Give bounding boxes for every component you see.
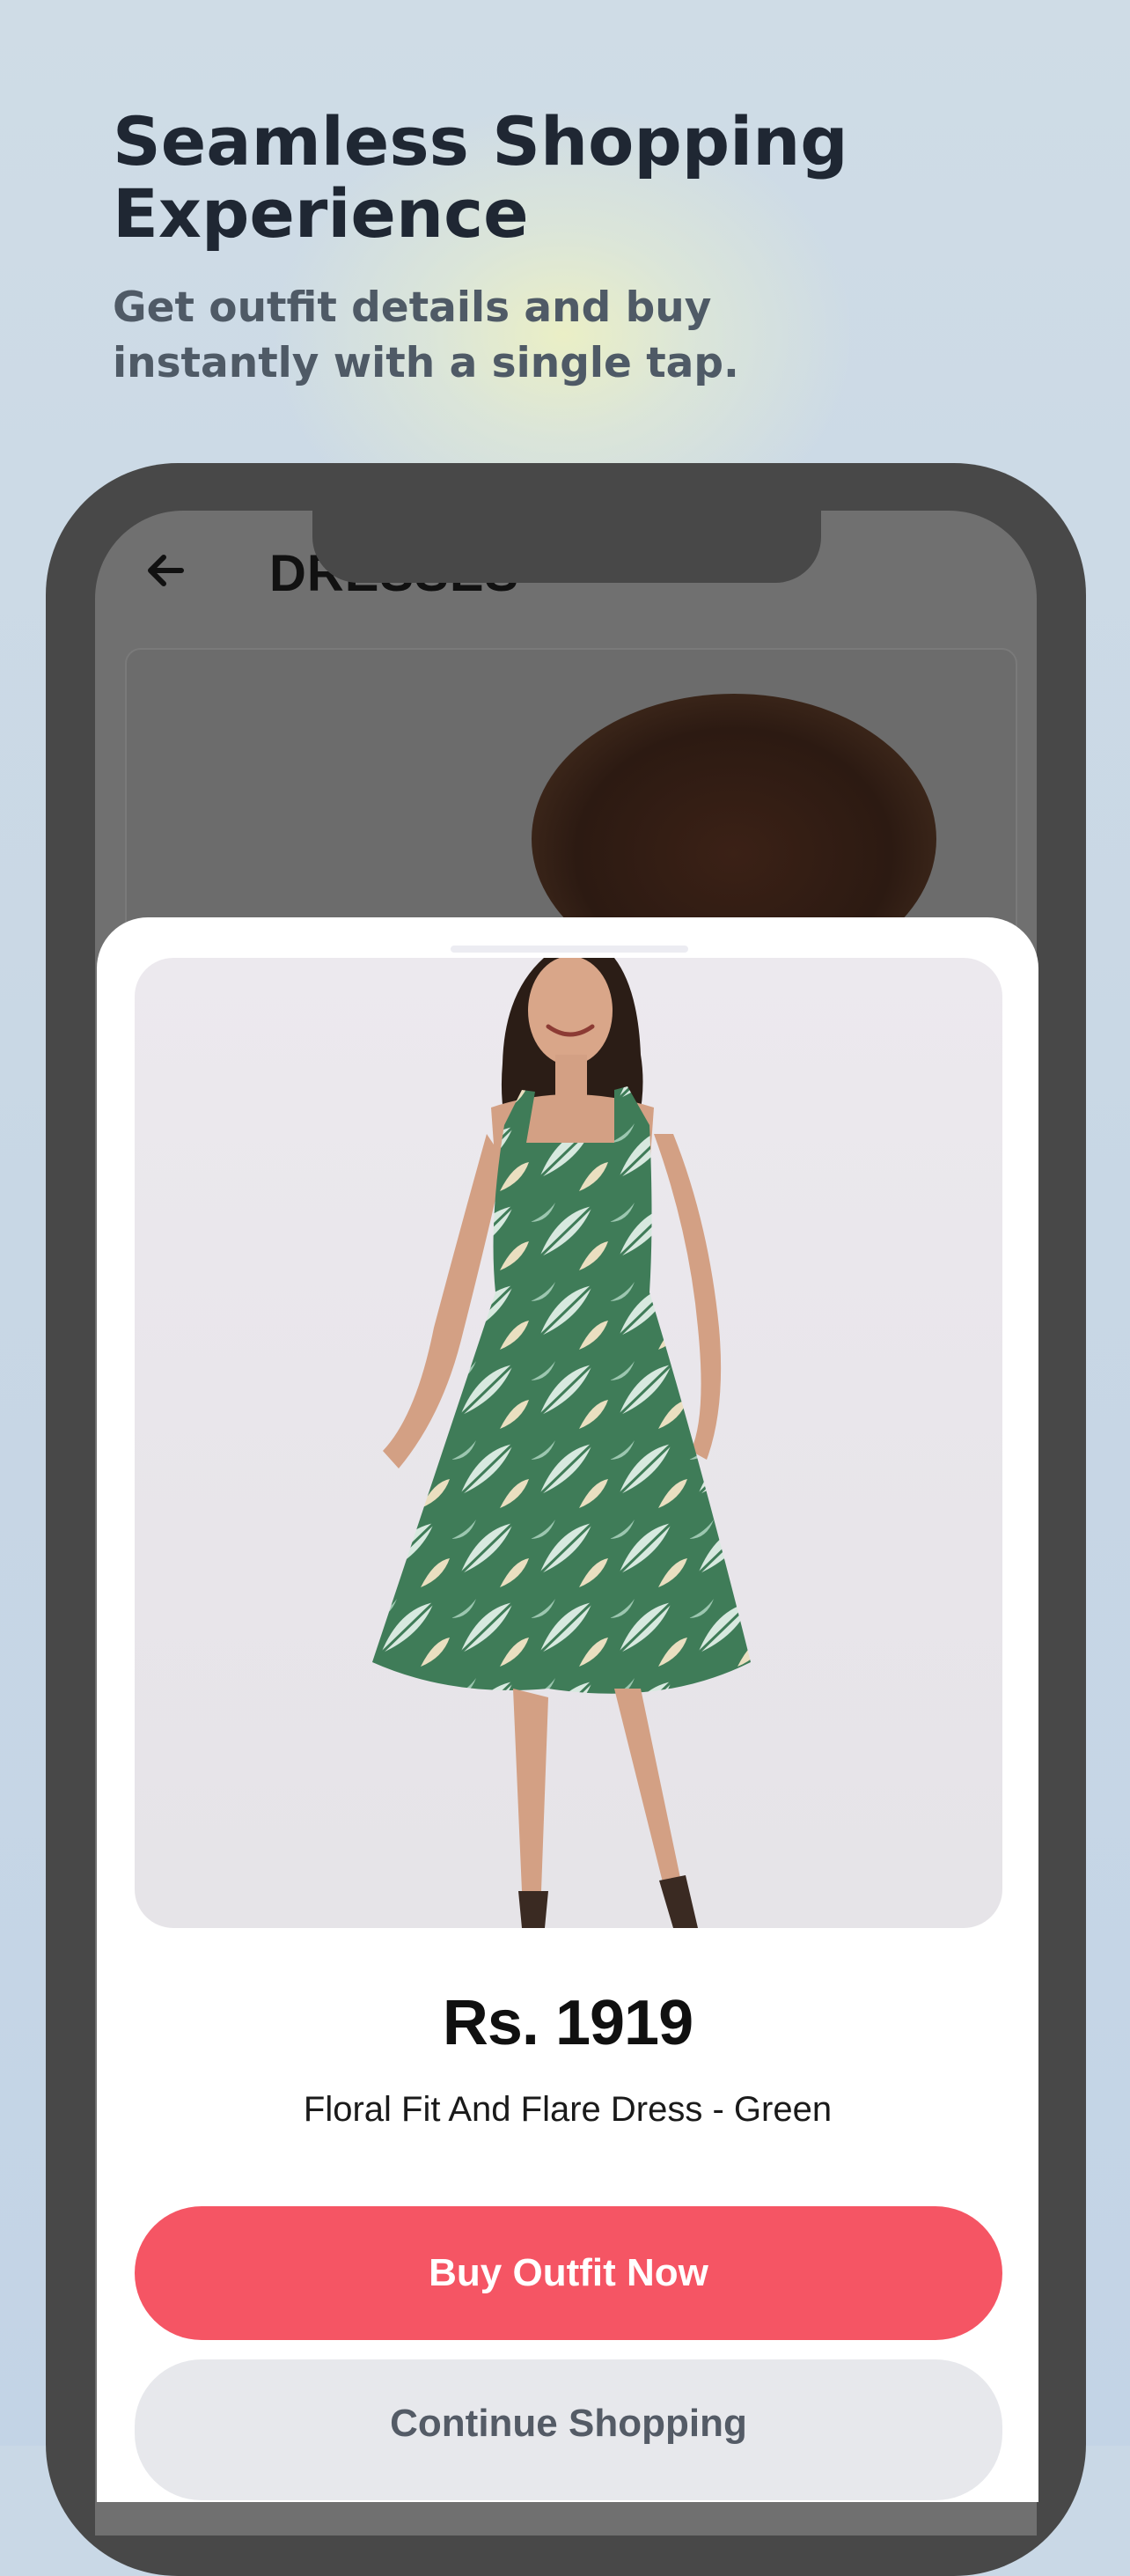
promo-subhead: Get outfit details and buy instantly wit… [113, 283, 739, 387]
product-price: Rs. 1919 [442, 1988, 693, 2058]
product-name: Floral Fit And Flare Dress - Green [303, 2090, 833, 2129]
buy-outfit-now-button[interactable]: Buy Outfit Now [135, 2206, 1002, 2340]
continue-shopping-button[interactable]: Continue Shopping [135, 2359, 1002, 2500]
product-image [135, 958, 1002, 1928]
sheet-drag-handle[interactable] [451, 946, 688, 953]
dress-model-illustration [372, 958, 751, 1928]
arrow-left-icon[interactable] [141, 546, 190, 595]
phone-notch [312, 502, 821, 583]
promo-headline: Seamless Shopping Experience [113, 102, 848, 253]
